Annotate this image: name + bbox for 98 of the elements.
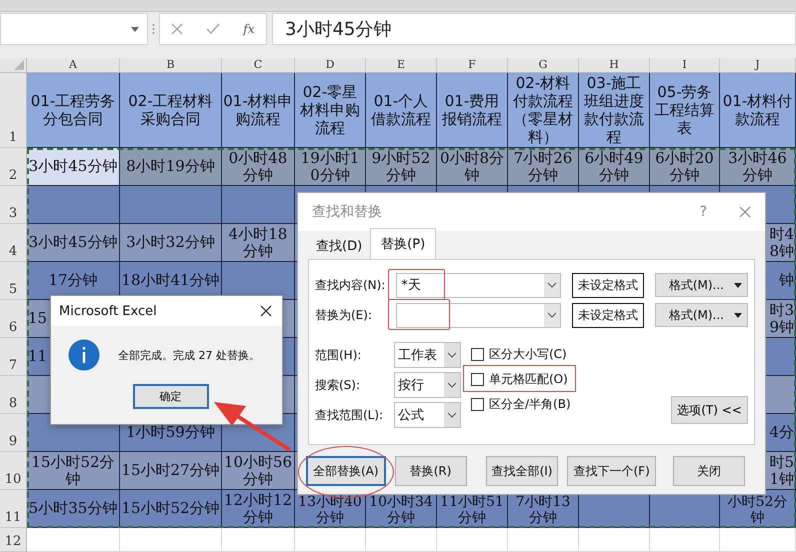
table-cell: 15小时27分钟 — [120, 452, 222, 490]
chevron-down-icon — [447, 352, 457, 358]
dropdown-caret-icon — [131, 26, 139, 32]
table-cell: 19小时10分钟 — [295, 148, 366, 186]
checkbox-label[interactable]: 单元格匹配(O) — [489, 371, 568, 388]
checkbox[interactable] — [471, 398, 484, 411]
message-text: 全部完成。完成 27 处替换。 — [118, 348, 260, 362]
header-cell: 03-施工班组进度款付款流程 — [579, 73, 650, 148]
header-cell: 01-个人借款流程 — [366, 73, 437, 148]
table-cell: 3小时32分钟 — [120, 224, 222, 262]
row-header[interactable]: 7 — [0, 338, 27, 376]
table-cell: 6小时49分钟 — [579, 148, 650, 186]
dialog-button[interactable]: 关闭 — [672, 456, 745, 486]
table-cell: 7小时26分钟 — [508, 148, 579, 186]
field-label: 替换为(E): — [315, 306, 373, 324]
format-preview: 未设定格式 — [572, 272, 644, 298]
column-header[interactable]: G — [508, 58, 579, 73]
row-header[interactable]: 8 — [0, 376, 27, 414]
header-cell: 05-劳务工程结算表 — [650, 73, 720, 148]
checkbox[interactable] — [471, 373, 484, 386]
header-cell: 02-工程材料采购合同 — [120, 73, 222, 148]
dropdown[interactable]: 公式 — [394, 402, 461, 428]
chevron-down-icon[interactable] — [547, 282, 558, 288]
chevron-down-icon — [447, 382, 457, 388]
row-header[interactable]: 5 — [0, 262, 27, 300]
table-cell: 6小时20分钟 — [650, 148, 720, 186]
option-label: 查找范围(L): — [315, 406, 384, 424]
text-combo-field[interactable]: *天 — [396, 272, 562, 298]
format-button[interactable]: 格式(M)... — [654, 273, 748, 297]
dialog-button[interactable]: 替换(R) — [394, 456, 467, 486]
format-preview: 未设定格式 — [572, 302, 644, 328]
table-cell: 0小时8分钟 — [437, 148, 508, 186]
close-icon[interactable] — [260, 305, 272, 317]
header-cell: 01-材料申购流程 — [222, 73, 295, 148]
dialog-button[interactable]: 查找全部(I) — [486, 456, 558, 486]
tab[interactable]: 查找(D) — [308, 233, 370, 259]
column-header[interactable]: B — [120, 58, 222, 73]
header-cell: 01-材料付款流程 — [720, 73, 796, 148]
dialog-button[interactable]: 全部替换(A) — [306, 456, 386, 486]
table-cell: 5小时35分钟 — [27, 490, 120, 528]
dropdown[interactable]: 工作表 — [394, 342, 461, 368]
column-header[interactable]: F — [437, 58, 508, 73]
ok-button[interactable]: 确定 — [132, 384, 208, 409]
dropdown[interactable]: 按行 — [394, 372, 461, 398]
row-header[interactable]: 1 — [0, 73, 27, 148]
table-cell: 0小时48分钟 — [222, 148, 295, 186]
header-cell: 01-费用报销流程 — [437, 73, 508, 148]
dropdown-caret-icon — [734, 312, 742, 318]
insert-function-button[interactable]: fx — [243, 22, 255, 36]
dialog-button[interactable]: 查找下一个(F) — [567, 456, 656, 486]
option-label: 范围(H): — [315, 346, 362, 364]
table-cell: 9小时52分钟 — [366, 148, 437, 186]
options-button[interactable]: 选项(T) << — [671, 396, 748, 424]
column-header[interactable]: E — [366, 58, 437, 73]
table-cell: 3小时45分钟 — [27, 148, 120, 186]
table-cell: 4小时18分钟 — [222, 224, 295, 262]
info-icon — [68, 339, 100, 371]
dialog-title: 查找和替换 — [312, 203, 383, 221]
chevron-down-icon — [447, 412, 457, 418]
table-cell: 15小时52分钟 — [27, 452, 120, 490]
table-cell: 10小时56分钟 — [222, 452, 295, 490]
checkbox-label[interactable]: 区分全/半角(B) — [489, 396, 571, 413]
triangle-icon — [14, 60, 24, 70]
row-header[interactable]: 12 — [0, 528, 27, 552]
table-cell: 3小时45分钟 — [27, 224, 120, 262]
table-cell: 15小时52分钟 — [120, 490, 222, 528]
column-header[interactable]: J — [720, 58, 796, 73]
chevron-down-icon[interactable] — [547, 312, 558, 318]
table-cell: 3小时46分钟 — [720, 148, 796, 186]
row-header[interactable]: 11 — [0, 490, 27, 528]
header-cell: 01-工程劳务分包合同 — [27, 73, 120, 148]
text-combo-field[interactable] — [396, 302, 562, 328]
header-cell: 02-零星材料申购流程 — [295, 73, 366, 148]
row-header[interactable]: 2 — [0, 148, 27, 186]
column-header[interactable]: I — [650, 58, 720, 73]
table-cell: 8小时19分钟 — [120, 148, 222, 186]
row-header[interactable]: 4 — [0, 224, 27, 262]
checkbox[interactable] — [471, 348, 484, 361]
column-header[interactable]: H — [579, 58, 650, 73]
field-label: 查找内容(N): — [315, 276, 386, 294]
tab[interactable]: 替换(P) — [370, 228, 436, 259]
column-header[interactable]: A — [27, 58, 120, 73]
column-header[interactable]: C — [222, 58, 295, 73]
row-header[interactable]: 6 — [0, 300, 27, 338]
option-label: 搜索(S): — [315, 376, 362, 394]
dropdown-caret-icon — [734, 282, 742, 288]
help-button[interactable]: ? — [700, 204, 707, 220]
header-cell: 02-材料付款流程（零星材料） — [508, 73, 579, 148]
column-header[interactable]: D — [295, 58, 366, 73]
format-button[interactable]: 格式(M)... — [654, 303, 748, 327]
checkbox-label[interactable]: 区分大小写(C) — [489, 346, 567, 363]
formula-field[interactable]: 3小时45分钟 — [272, 13, 796, 45]
row-header[interactable]: 3 — [0, 186, 27, 224]
check-icon[interactable] — [206, 23, 220, 35]
row-header[interactable]: 9 — [0, 414, 27, 452]
table-cell: 12小时12分钟 — [222, 490, 295, 528]
row-header[interactable]: 10 — [0, 452, 27, 490]
grip-icon — [152, 23, 155, 35]
